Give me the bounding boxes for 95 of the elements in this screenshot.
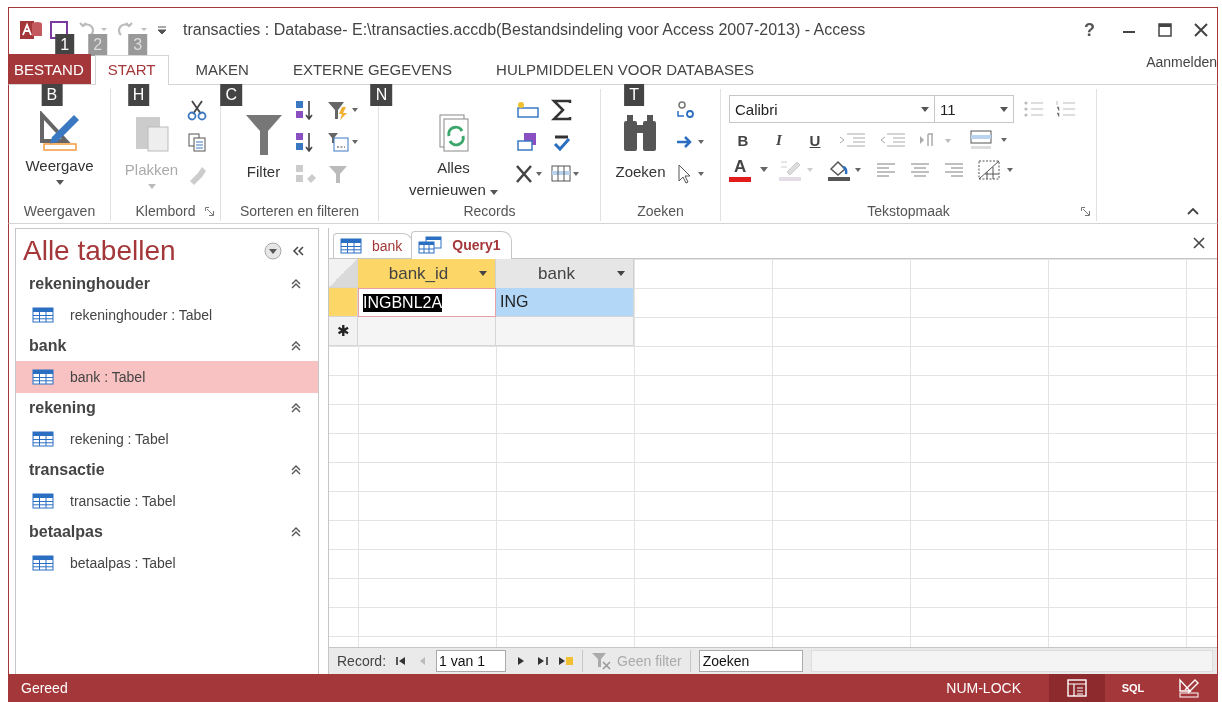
record-label: Record: [337,653,387,669]
collapse-chevron-icon[interactable] [290,526,302,538]
table-icon [32,555,54,571]
collapse-ribbon-icon[interactable] [1187,207,1199,215]
more-options-icon[interactable] [549,163,580,185]
table-icon [32,493,54,509]
nav-item[interactable]: betaalpas : Tabel [16,547,318,579]
caret-icon [479,271,487,276]
set-square-pencil-icon [1178,678,1200,698]
column-header[interactable]: bank_id [358,259,496,288]
query-icon [418,236,443,254]
table-icon [32,431,54,447]
table-icon [32,369,54,385]
keytip-tooltip: 2 [88,34,108,56]
customize-toolbar-icon[interactable] [155,23,169,37]
nav-item[interactable]: rekeninghouder : Tabel [16,299,318,331]
caret-icon [617,271,625,276]
caret-icon [489,190,498,195]
sign-in-link[interactable]: Aanmelden [1146,54,1217,70]
font-name-dropdown[interactable]: Calibri [729,95,935,123]
set-square-pencil-icon [37,111,82,151]
search-field[interactable]: Zoeken [698,650,803,672]
filter-button[interactable]: Filter [239,89,288,180]
table-icon [32,307,54,323]
group-label: Tekstopmaak [867,203,950,219]
database-app-icon [19,19,43,41]
group-label: Klembord [135,203,196,219]
save-icon[interactable] [49,20,69,40]
ribbon-tab[interactable]: BESTAND [9,54,91,84]
num-lock-indicator: NUM-LOCK [946,680,1021,696]
status-text: Gereed [21,680,68,696]
table-cell[interactable]: INGBNL2A [358,288,496,317]
collapse-chevron-icon[interactable] [290,402,302,414]
keytip-tooltip: T [624,84,644,106]
advanced-filter-icon[interactable] [325,131,360,153]
caret-icon [147,184,156,189]
maximize-icon[interactable] [1157,22,1173,38]
format-button[interactable]: B [729,129,757,151]
keytip-tooltip: 3 [128,34,148,56]
table-cell[interactable]: ING [496,288,634,317]
shutter-collapse-icon[interactable] [290,244,306,258]
dialog-launcher-icon[interactable] [205,206,214,216]
copy-icon[interactable] [186,131,209,153]
ribbon-tab[interactable]: START [94,55,169,85]
document-tab[interactable]: Query1 [411,231,512,259]
close-icon[interactable] [1193,22,1209,38]
group-label: Records [463,203,516,219]
dropdown-circle-icon[interactable] [264,242,282,260]
nav-group-header[interactable]: betaalpas [29,523,103,541]
nav-group-header[interactable]: rekeninghouder [29,275,150,293]
collapse-chevron-icon[interactable] [290,464,302,476]
nav-item[interactable]: rekening : Tabel [16,423,318,455]
record-position-field[interactable]: 1 van 1 [436,650,507,672]
new-record-marker: ✱ [329,317,358,346]
group-label: Weergaven [23,203,96,219]
collapse-chevron-icon[interactable] [290,278,302,290]
keytip-tooltip: C [220,84,242,106]
navigation-pane-title[interactable]: Alle tabellen [23,235,256,267]
selection-filter-icon[interactable] [325,99,360,121]
last-record-icon[interactable] [536,655,551,667]
delete-icon[interactable] [513,163,544,185]
window-title: transacties : Database- E:\transacties.accdb(Bestandsindeling voor Access 2007-2013) - Access [183,21,867,39]
cut-icon[interactable] [186,99,209,121]
caret-icon [921,106,929,112]
group-label: Sorteren en filteren [239,203,360,219]
close-icon[interactable] [1193,237,1205,249]
dialog-launcher-icon[interactable] [1081,206,1090,216]
format-button[interactable]: I [765,129,793,151]
new-record-icon[interactable] [558,655,575,667]
nav-group-header[interactable]: rekening [29,399,96,417]
keytip-tooltip: 1 [55,34,75,56]
nav-item[interactable]: transactie : Tabel [16,485,318,517]
nav-group-header[interactable]: transactie [29,461,105,479]
column-header[interactable]: bank [496,259,634,288]
datasheet-view-button[interactable] [1049,674,1105,702]
keytip-tooltip: B [41,84,63,106]
nav-group-header[interactable]: bank [29,337,67,355]
caret-icon [55,180,64,185]
collapse-chevron-icon[interactable] [290,340,302,352]
dropdown-arrow-icon[interactable] [759,166,770,173]
font-size-dropdown[interactable]: 11 [934,95,1014,123]
font-color-button[interactable]: A [729,157,752,182]
keytip-tooltip: N [370,84,393,106]
sql-view-button[interactable]: SQL [1105,674,1161,702]
group-label: Zoeken [637,203,684,219]
nav-item[interactable]: bank : Tabel [16,361,318,393]
keytip-tooltip: H [127,84,150,106]
help-button[interactable]: ? [1078,19,1101,41]
table-icon [340,238,362,254]
funnel-cross-icon [591,652,614,670]
datasheet-icon [1067,679,1087,697]
refresh-all-button[interactable]: Alles vernieuwen [399,89,508,201]
caret-icon [1000,106,1008,112]
document-tab[interactable]: bank [333,233,414,258]
format-button[interactable]: U [801,129,829,151]
